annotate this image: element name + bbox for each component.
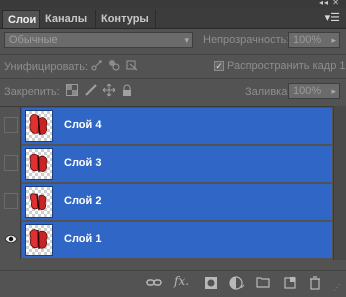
layer-thumbnail (25, 224, 53, 256)
layer-name: Слой 1 (64, 233, 102, 245)
link-layers-icon[interactable] (146, 276, 162, 293)
butterfly-icon (29, 114, 48, 136)
resize-grip-icon[interactable]: ⋰ (333, 283, 341, 292)
new-layer-icon[interactable] (283, 276, 297, 293)
opacity-input[interactable]: 100% ▸ (288, 32, 340, 48)
adjustment-layer-icon[interactable] (229, 276, 245, 293)
layer-body[interactable]: Слой 3 (22, 146, 332, 182)
visibility-box (4, 193, 18, 209)
layer-name: Слой 4 (64, 119, 102, 131)
panel-tabs: Слои Каналы Контуры ▾☰ (0, 8, 346, 29)
lock-label: Закрепить: (4, 86, 60, 98)
chevron-right-icon: ▸ (331, 35, 336, 45)
layer-row[interactable]: Слой 1 (0, 221, 333, 259)
panel-menu-icon[interactable]: ▾☰ (325, 12, 340, 24)
chevron-right-icon: ▸ (331, 86, 336, 96)
layer-row[interactable]: Слой 2 (0, 183, 333, 221)
tab-layers[interactable]: Слои (2, 10, 40, 28)
butterfly-icon (29, 193, 47, 211)
unify-label: Унифицировать: (4, 61, 89, 73)
lock-pixels-brush-icon[interactable] (84, 83, 98, 100)
fill-input[interactable]: 100% ▸ (288, 83, 340, 99)
layer-thumbnail (25, 186, 53, 218)
lock-all-icon[interactable] (121, 84, 133, 100)
tab-channels[interactable]: Каналы (40, 10, 96, 28)
layer-body[interactable]: Слой 1 (22, 222, 332, 258)
add-mask-icon[interactable] (204, 276, 218, 293)
visibility-toggle[interactable] (1, 145, 21, 183)
chevron-down-icon: ▾ (184, 35, 189, 45)
butterfly-icon (29, 153, 48, 173)
bottom-toolbar: fx. ⋰ (0, 270, 346, 297)
fill-value: 100% (293, 85, 322, 97)
panel-topbar: ◂◂ ✕ (0, 0, 346, 8)
visibility-box (4, 155, 18, 171)
layer-name: Слой 2 (64, 195, 102, 207)
unify-visibility-icon[interactable] (107, 58, 121, 75)
layers-list: Слой 4 Слой 3 Слой 2 Слой 1 (0, 106, 333, 261)
unify-style-icon[interactable] (125, 58, 139, 75)
lock-transparency-icon[interactable] (66, 84, 78, 99)
visibility-toggle[interactable] (1, 107, 21, 145)
layer-body[interactable]: Слой 2 (22, 184, 332, 220)
blend-mode-select[interactable]: Обычные ▾ (4, 32, 193, 48)
layer-row[interactable]: Слой 4 (0, 107, 333, 145)
collapse-arrows-icon[interactable]: ◂◂ ✕ (319, 0, 340, 7)
trash-icon[interactable] (309, 276, 321, 293)
new-group-icon[interactable] (256, 276, 270, 291)
propagate-checkbox[interactable]: ✓ (214, 61, 224, 71)
opacity-value: 100% (293, 34, 322, 46)
fill-label: Заливка: (245, 86, 291, 98)
layer-thumbnail (25, 148, 53, 180)
layer-row[interactable]: Слой 3 (0, 145, 333, 183)
layer-name: Слой 3 (64, 157, 102, 169)
fx-icon[interactable]: fx. (174, 274, 189, 288)
layers-scrollbar[interactable] (333, 106, 346, 260)
divider (0, 78, 346, 79)
layer-body[interactable]: Слой 4 (22, 108, 332, 144)
tab-paths[interactable]: Контуры (96, 10, 156, 28)
visibility-toggle[interactable] (1, 183, 21, 221)
blend-mode-value: Обычные (9, 34, 58, 46)
unify-position-icon[interactable] (90, 58, 104, 75)
layer-thumbnail (25, 110, 53, 142)
divider (0, 54, 346, 55)
visibility-toggle[interactable] (1, 221, 21, 259)
eye-icon (4, 234, 18, 247)
layers-panel: ◂◂ ✕ Слои Каналы Контуры ▾☰ Обычные ▾ Не… (0, 0, 346, 297)
visibility-box (4, 117, 18, 133)
butterfly-icon (29, 229, 48, 250)
propagate-label: Распространить кадр 1 (227, 60, 346, 72)
opacity-label: Непрозрачность: (203, 34, 290, 46)
lock-position-move-icon[interactable] (102, 83, 116, 100)
